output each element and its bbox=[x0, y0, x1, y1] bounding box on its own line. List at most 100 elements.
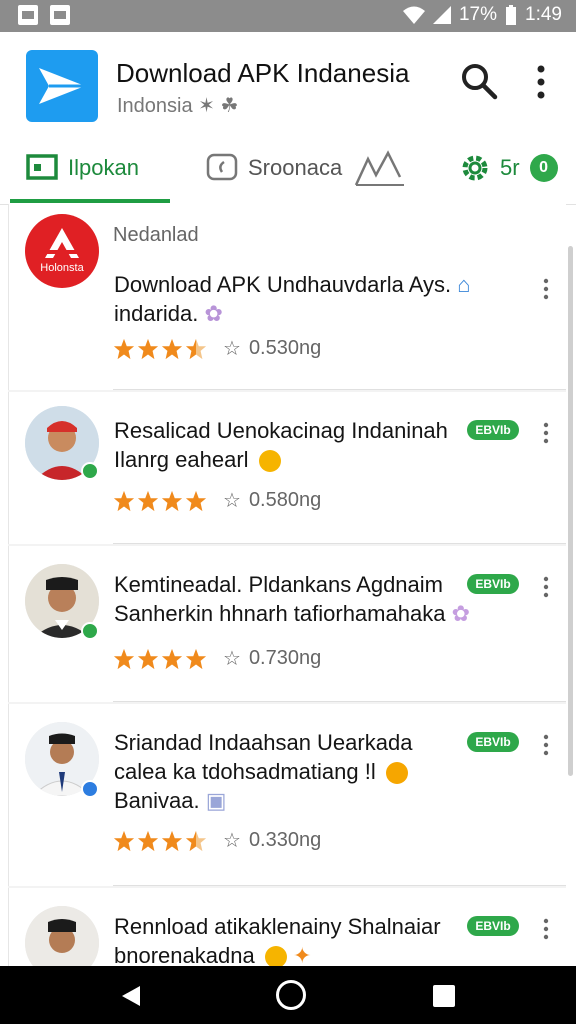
rating-text: 0.530ng bbox=[248, 337, 322, 359]
battery-icon bbox=[506, 5, 517, 25]
item-more-icon[interactable] bbox=[541, 918, 551, 940]
status-badge: EBVIb bbox=[467, 574, 519, 594]
notification-badge: 0 bbox=[529, 154, 558, 182]
list-item[interactable]: Resalicad Uenokacinag Indaninah Ilanrg e… bbox=[8, 392, 566, 544]
star-rating bbox=[113, 490, 207, 512]
item-title-line1: Rennload atikaklenainy Shalnaiar bbox=[114, 914, 441, 939]
item-more-icon[interactable] bbox=[541, 576, 551, 598]
star-outline-icon: ☆ bbox=[223, 830, 241, 852]
item-title: Download APK Undhauvdarla Ays. ⌂ indarid… bbox=[114, 270, 484, 328]
search-icon[interactable] bbox=[460, 62, 498, 100]
home-icon: ⌂ bbox=[457, 272, 471, 297]
star-icon bbox=[113, 648, 135, 669]
chat-icon bbox=[206, 153, 238, 181]
star-rating bbox=[113, 648, 207, 670]
star-icon bbox=[185, 830, 207, 851]
item-title-line1: Sriandad Indaahsan Uearkada bbox=[114, 730, 413, 755]
app-subtitle: Indonsia ✶ ☘ bbox=[117, 95, 239, 117]
more-options-icon[interactable] bbox=[530, 62, 552, 102]
back-icon[interactable] bbox=[120, 984, 142, 1008]
star-rating bbox=[113, 338, 207, 360]
app-title: Download APK Indanesia bbox=[116, 58, 410, 88]
item-title: Rennload atikaklenainy Shalnaiar bnorena… bbox=[114, 912, 484, 966]
star-icon bbox=[185, 648, 207, 669]
item-title-line1: Resalicad Uenokacinag Indaninah bbox=[114, 418, 448, 443]
tab-chart[interactable] bbox=[354, 134, 406, 202]
rating-row: ☆ 0.530ng bbox=[113, 336, 321, 361]
rating-text: 0.730ng bbox=[248, 647, 322, 669]
chart-icon bbox=[354, 150, 404, 186]
wifi-icon bbox=[402, 6, 425, 24]
notification-icon-2 bbox=[50, 5, 70, 25]
screen-icon bbox=[26, 154, 58, 180]
tab-home[interactable]: Ilpokan bbox=[26, 134, 139, 202]
item-title-line2: Sanherkin hhnarh tafiorhamahaka bbox=[114, 601, 446, 626]
verified-dot bbox=[81, 622, 99, 640]
list-item[interactable]: Rennload atikaklenainy Shalnaiar bnorena… bbox=[8, 888, 566, 966]
rating-row: ☆ 0.730ng bbox=[113, 646, 321, 671]
item-title-line2: calea ka tdohsadmatiang !l bbox=[114, 759, 376, 784]
app-header: Download APK Indanesia Indonsia ✶ ☘ bbox=[0, 32, 576, 134]
item-title: Sriandad Indaahsan Uearkada calea ka tdo… bbox=[114, 728, 484, 815]
item-title: Resalicad Uenokacinag Indaninah Ilanrg e… bbox=[114, 416, 484, 474]
item-more-icon[interactable] bbox=[541, 278, 551, 300]
status-bar: 17% 1:49 bbox=[0, 0, 576, 32]
emoji-icon bbox=[264, 946, 287, 966]
list-item[interactable]: Holonsta Nedanlad Download APK Undhauvda… bbox=[8, 204, 566, 390]
star-icon bbox=[113, 830, 135, 851]
person-photo bbox=[25, 906, 99, 966]
item-title-line2: bnorenakadna bbox=[114, 943, 255, 966]
status-badge: EBVIb bbox=[467, 420, 519, 440]
battery-text: 17% bbox=[458, 4, 498, 25]
star-icon bbox=[137, 648, 159, 669]
recent-apps-button[interactable] bbox=[433, 985, 455, 1007]
emoji-icon bbox=[258, 450, 281, 473]
item-title-line2: Ilanrg eahearl bbox=[114, 447, 249, 472]
item-title-line1: Kemtineadal. Pldankans Agdnaim bbox=[114, 572, 443, 597]
flower-icon: ✿ bbox=[451, 601, 471, 626]
avatar: Holonsta bbox=[25, 214, 99, 288]
star-outline-icon: ☆ bbox=[223, 490, 241, 512]
star-icon bbox=[161, 648, 183, 669]
tab-settings-label: 5r bbox=[500, 155, 520, 180]
gear-icon bbox=[462, 155, 488, 181]
home-button[interactable] bbox=[276, 980, 306, 1010]
star-icon bbox=[113, 338, 135, 359]
tab-chat[interactable]: Sroonaca bbox=[206, 134, 342, 202]
item-more-icon[interactable] bbox=[541, 734, 551, 756]
app-logo-icon bbox=[45, 228, 79, 258]
emoji-icon bbox=[385, 762, 408, 785]
item-more-icon[interactable] bbox=[541, 422, 551, 444]
list-item[interactable]: Sriandad Indaahsan Uearkada calea ka tdo… bbox=[8, 704, 566, 886]
flower-icon: ✿ bbox=[204, 301, 223, 326]
divider bbox=[113, 389, 566, 390]
star-rating bbox=[113, 830, 207, 852]
divider bbox=[113, 701, 566, 702]
verified-dot bbox=[81, 462, 99, 480]
star-icon bbox=[137, 490, 159, 511]
star-icon bbox=[113, 490, 135, 511]
status-badge: EBVIb bbox=[467, 916, 519, 936]
status-badge: EBVIb bbox=[467, 732, 519, 752]
send-icon bbox=[39, 68, 85, 104]
verified-dot bbox=[81, 780, 99, 798]
tab-bar: Ilpokan Sroonaca 5r 0 bbox=[0, 134, 576, 205]
app-list: Holonsta Nedanlad Download APK Undhauvda… bbox=[8, 204, 566, 966]
star-icon bbox=[185, 338, 207, 359]
star-icon bbox=[161, 830, 183, 851]
tab-home-label: Ilpokan bbox=[68, 155, 139, 180]
tab-settings[interactable]: 5r 0 bbox=[460, 134, 558, 202]
notification-icon bbox=[18, 5, 38, 25]
scrollbar[interactable] bbox=[568, 246, 573, 776]
navigation-bar bbox=[0, 966, 576, 1024]
star-icon bbox=[161, 490, 183, 511]
app-logo bbox=[26, 50, 98, 122]
item-title-line3: Banivaa. bbox=[114, 788, 200, 813]
active-tab-indicator bbox=[10, 199, 170, 203]
rating-row: ☆ 0.580ng bbox=[113, 488, 321, 513]
list-item[interactable]: Kemtineadal. Pldankans Agdnaim Sanherkin… bbox=[8, 546, 566, 702]
clock: 1:49 bbox=[525, 4, 562, 25]
status-icons-right: 17% 1:49 bbox=[402, 4, 562, 26]
divider bbox=[113, 543, 566, 544]
star-icon bbox=[185, 490, 207, 511]
